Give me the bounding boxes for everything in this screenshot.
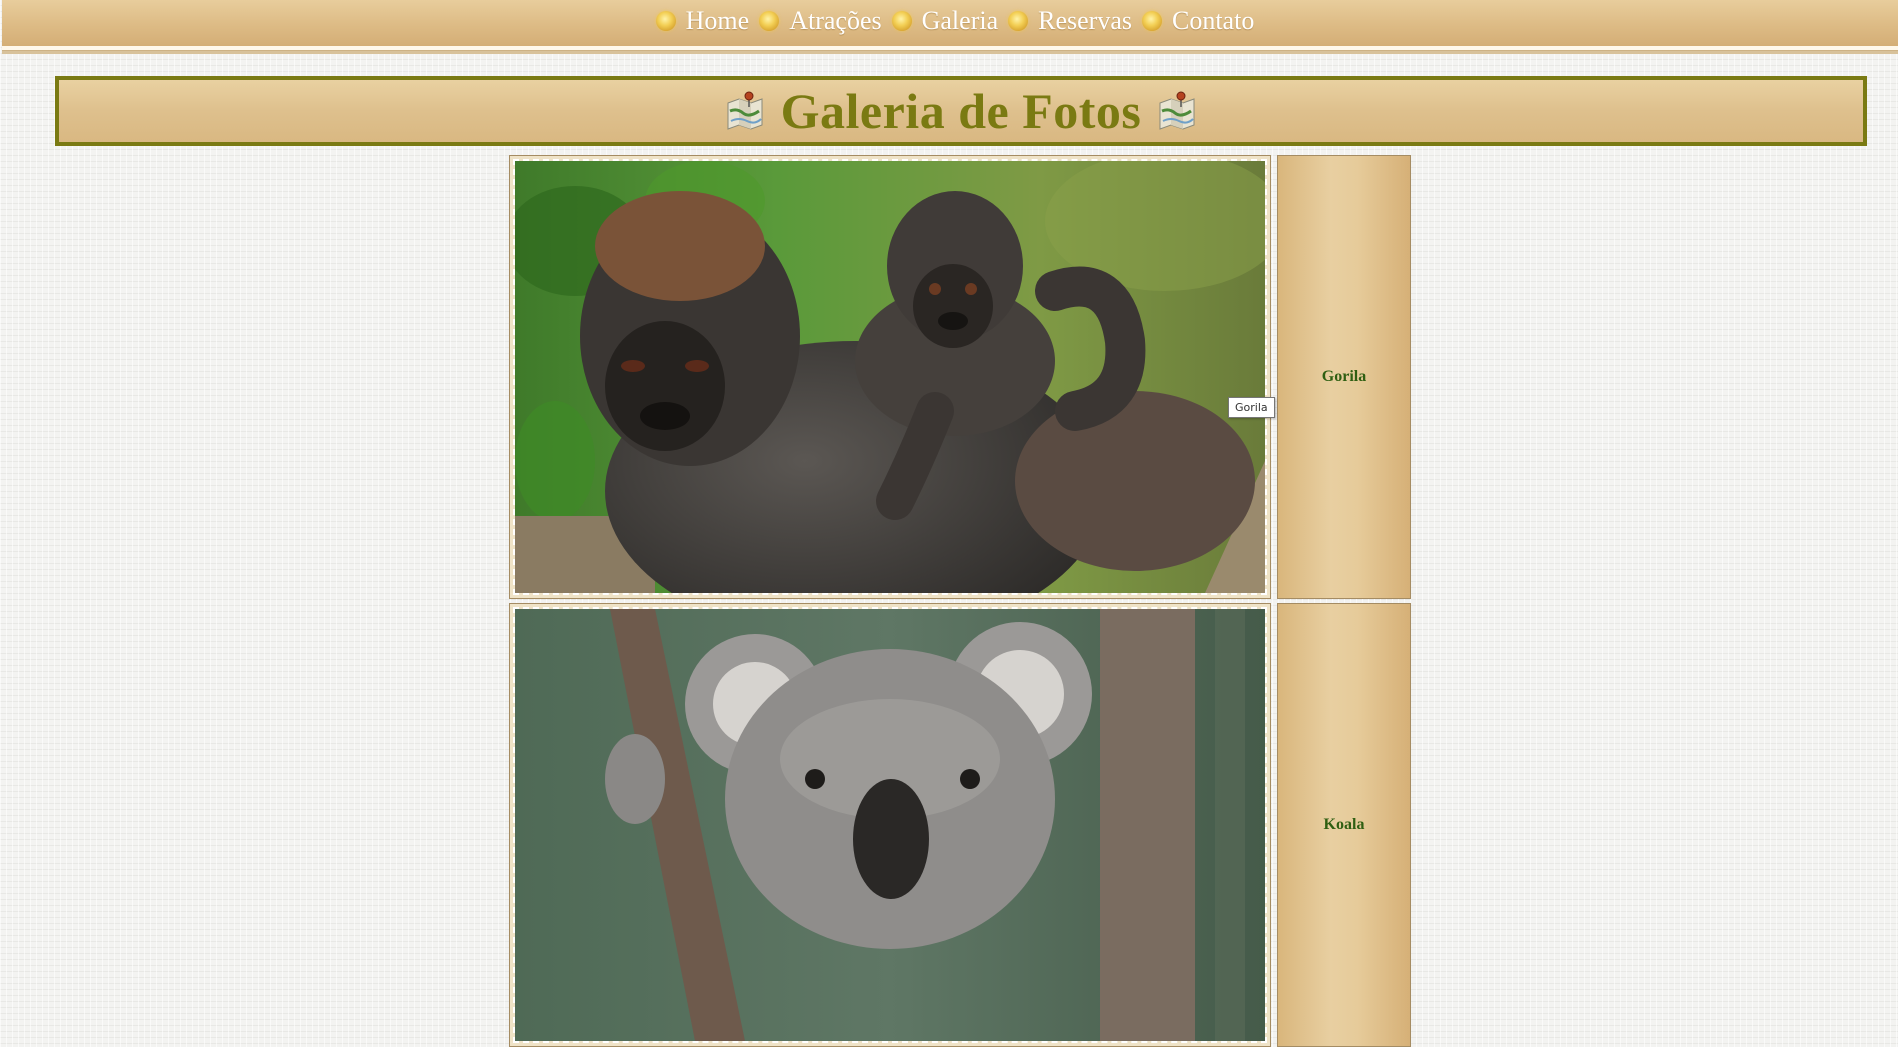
bullet-icon <box>655 11 676 31</box>
koala-photo-image <box>515 609 1265 1041</box>
gorilla-photo-image <box>515 161 1265 593</box>
nav-item-home[interactable]: Home <box>655 6 750 36</box>
page-title-banner: Galeria de Fotos <box>55 76 1867 146</box>
bullet-icon <box>759 11 780 31</box>
nav-item-reservas[interactable]: Reservas <box>1008 6 1132 36</box>
bullet-icon <box>1008 11 1029 31</box>
nav-item-label: Contato <box>1171 6 1255 35</box>
nav-item-label: Reservas <box>1038 6 1132 35</box>
caption-cell: Gorila <box>1277 155 1411 599</box>
photo-cell <box>509 155 1271 599</box>
photo-cell <box>509 603 1271 1047</box>
page-title: Galeria de Fotos <box>780 83 1142 139</box>
koala-photo[interactable] <box>513 607 1267 1043</box>
bullet-icon <box>891 11 912 31</box>
map-pin-icon <box>1159 91 1195 130</box>
nav-item-label: Atrações <box>789 6 882 35</box>
nav-item-atracoes[interactable]: Atrações <box>759 6 882 36</box>
nav-item-label: Home <box>685 6 750 35</box>
caption-cell: Koala <box>1277 603 1411 1047</box>
photo-caption: Koala <box>1323 816 1365 833</box>
top-navigation: Home Atrações Galeria Reservas Contato <box>2 0 1898 54</box>
nav-item-label: Galeria <box>921 6 999 35</box>
nav-item-galeria[interactable]: Galeria <box>891 6 999 36</box>
nav-menu: Home Atrações Galeria Reservas Contato <box>2 0 1898 42</box>
bullet-icon <box>1141 11 1162 31</box>
image-tooltip: Gorila <box>1228 397 1275 418</box>
map-pin-icon <box>727 91 763 130</box>
gorilla-photo[interactable] <box>513 159 1267 595</box>
nav-item-contato[interactable]: Contato <box>1141 6 1255 36</box>
photo-caption: Gorila <box>1321 368 1367 385</box>
